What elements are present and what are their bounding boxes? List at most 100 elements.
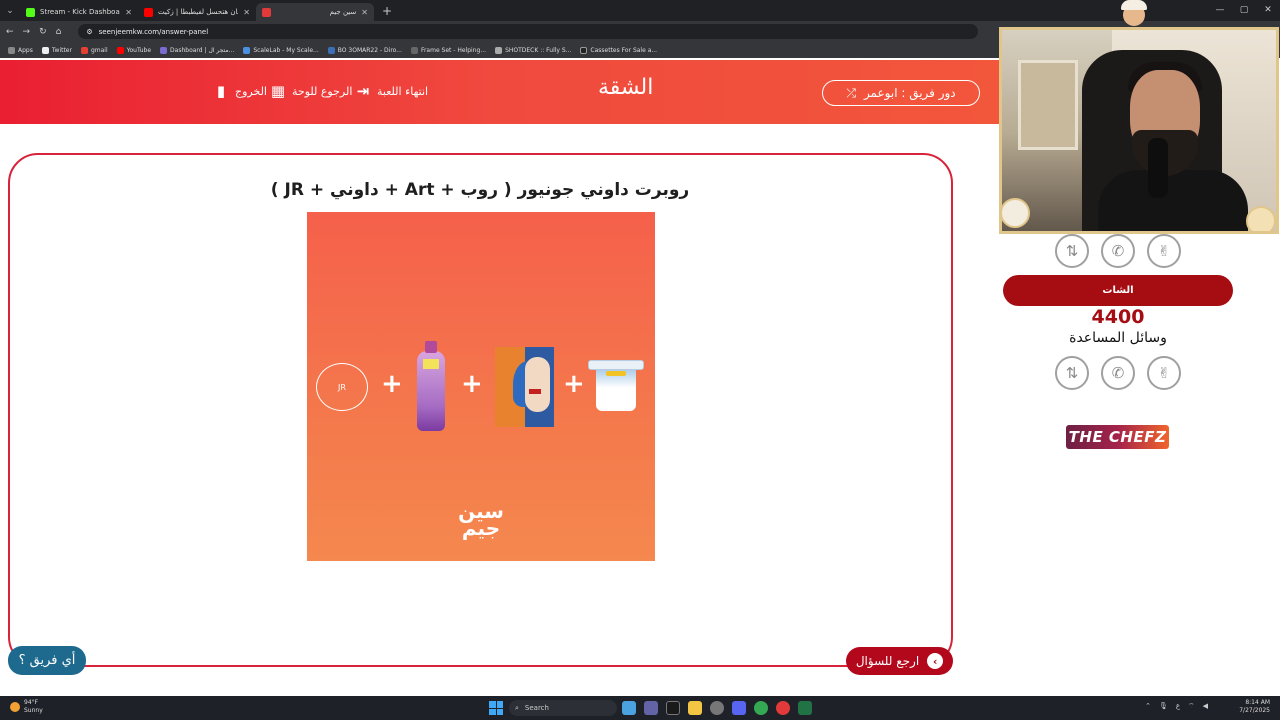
close-window-icon[interactable]: ✕ bbox=[1256, 0, 1280, 21]
bookmark-gmail[interactable]: gmail bbox=[80, 46, 108, 54]
browser-tab-bar: ⌄ Stream - Kick Dashboard ✕ مهرجان هتحسل… bbox=[0, 0, 1280, 21]
mic-icon[interactable]: 🎙 bbox=[1159, 702, 1168, 711]
bookmark-scalelab[interactable]: ScaleLab - My Scale... bbox=[243, 46, 319, 54]
team-name-banner: الشات bbox=[1003, 275, 1233, 306]
time-text: 8:14 AM bbox=[1245, 699, 1270, 706]
obs-icon[interactable] bbox=[666, 701, 680, 715]
grid-icon: ▦ bbox=[270, 82, 286, 100]
bookmark-youtube[interactable]: YouTube bbox=[116, 46, 152, 54]
browser-tab-youtube[interactable]: مهرجان هتحسل لفيطبطا | زكيت ✕ bbox=[138, 3, 256, 21]
two-answers-icon[interactable]: ⇅ bbox=[1055, 234, 1089, 268]
tab-close-icon[interactable]: ✕ bbox=[243, 8, 250, 17]
tab-title: Stream - Kick Dashboard bbox=[40, 8, 121, 16]
tab-search-icon[interactable]: ⌄ bbox=[0, 0, 20, 21]
bookmark-label: Cassettes For Sale a... bbox=[590, 46, 658, 54]
weather-widget[interactable]: 94°F Sunny bbox=[10, 699, 43, 715]
mascot-icon bbox=[1117, 0, 1151, 30]
bookmark-apps[interactable]: Apps bbox=[8, 46, 33, 54]
diro-icon bbox=[327, 46, 335, 54]
cassettes-icon bbox=[580, 46, 588, 54]
exit-button[interactable]: ▮ الخروج bbox=[212, 82, 267, 100]
peace-hand-icon[interactable]: ✌ bbox=[1147, 356, 1181, 390]
taskbar-apps bbox=[622, 701, 812, 715]
chrome-icon[interactable] bbox=[754, 701, 768, 715]
plus-sign: + bbox=[563, 369, 585, 399]
bookmark-frameset[interactable]: Frame Set - Helping... bbox=[410, 46, 486, 54]
bookmark-label: Dashboard | متجر ال... bbox=[170, 46, 235, 54]
teams-icon[interactable] bbox=[644, 701, 658, 715]
bookmark-bo3omar[interactable]: BO 3OMAR22 - Diro... bbox=[327, 46, 402, 54]
streamer-badge-icon bbox=[1002, 198, 1030, 228]
youtube-icon bbox=[116, 46, 124, 54]
wifi-icon[interactable]: ⌔ bbox=[1188, 702, 1195, 711]
taskbar-clock[interactable]: 8:14 AM 7/27/2025 bbox=[1239, 699, 1270, 715]
phone-call-icon[interactable]: ✆ bbox=[1101, 234, 1135, 268]
back-to-question-button[interactable]: ارجع للسؤال ‹ bbox=[846, 647, 953, 675]
weather-desc: Sunny bbox=[24, 707, 43, 714]
peace-hand-icon[interactable]: ✌ bbox=[1147, 234, 1181, 268]
sun-icon bbox=[10, 702, 20, 712]
volume-icon[interactable]: ◀ bbox=[1203, 702, 1208, 711]
tab-close-icon[interactable]: ✕ bbox=[125, 8, 132, 17]
url-text: seenjeemkw.com/answer-panel bbox=[98, 27, 209, 36]
team2-aids: ⇅ ✆ ✌ bbox=[1055, 356, 1181, 390]
chevron-left-icon: ‹ bbox=[927, 653, 944, 669]
bookmark-cassettes[interactable]: Cassettes For Sale a... bbox=[580, 46, 658, 54]
browser-tab-kick[interactable]: Stream - Kick Dashboard ✕ bbox=[20, 3, 138, 21]
dashboard-icon bbox=[160, 46, 168, 54]
bookmark-label: Twitter bbox=[51, 46, 72, 54]
taskbar-search[interactable]: ⌕ Search bbox=[509, 700, 617, 716]
system-tray: ⌃ 🎙 ع ⌔ ◀ bbox=[1145, 702, 1208, 711]
plus-sign: + bbox=[381, 369, 403, 399]
home-icon[interactable]: ⌂ bbox=[56, 27, 62, 37]
bookmark-shotdeck[interactable]: SHOTDECK :: Fully S... bbox=[495, 46, 571, 54]
category-title: الشقة bbox=[598, 75, 654, 100]
seenjeem-icon bbox=[262, 7, 271, 17]
team-score: 4400 bbox=[1091, 306, 1145, 328]
end-game-button[interactable]: ⇥ انتهاء اللعبة bbox=[354, 82, 428, 100]
answer-title: روبرت داوني جونيور ( روب + Art + داوني +… bbox=[270, 180, 690, 200]
settings-icon[interactable] bbox=[710, 701, 724, 715]
which-team-button[interactable]: أي فريق ؟ bbox=[8, 646, 86, 675]
tab-title: مهرجان هتحسل لفيطبطا | زكيت bbox=[158, 8, 238, 16]
end-arrow-icon: ⇥ bbox=[356, 82, 370, 100]
exit-door-icon: ▮ bbox=[216, 82, 226, 100]
back-arrow-icon[interactable]: ← bbox=[6, 27, 14, 37]
frameset-icon bbox=[410, 46, 418, 54]
discord-icon[interactable] bbox=[732, 701, 746, 715]
maximize-icon[interactable]: ▢ bbox=[1232, 0, 1256, 21]
kick-icon bbox=[26, 7, 35, 17]
reload-icon[interactable]: ↻ bbox=[39, 27, 47, 37]
language-indicator[interactable]: ع bbox=[1176, 702, 1180, 711]
team-turn-pill[interactable]: ⤮ دور فريق : ابوعمر bbox=[822, 80, 980, 106]
yogurt-cup-image bbox=[588, 360, 644, 412]
url-field[interactable]: ⚙ seenjeemkw.com/answer-panel bbox=[78, 24, 979, 39]
site-info-icon[interactable]: ⚙ bbox=[86, 28, 92, 36]
shotdeck-icon bbox=[495, 46, 503, 54]
bookmark-label: BO 3OMAR22 - Diro... bbox=[337, 46, 402, 54]
tab-title: سين جيم bbox=[329, 8, 357, 16]
two-answers-icon[interactable]: ⇅ bbox=[1055, 356, 1089, 390]
bookmark-twitter[interactable]: Twitter bbox=[41, 46, 72, 54]
softener-bottle-image bbox=[415, 341, 447, 431]
webcam-overlay bbox=[999, 27, 1279, 234]
plus-sign: + bbox=[461, 369, 483, 399]
app-icon[interactable] bbox=[776, 701, 790, 715]
apps-icon bbox=[8, 46, 15, 54]
back-to-board-button[interactable]: ▦ الرجوع للوحة bbox=[269, 82, 353, 100]
browser-tab-seenjeem[interactable]: سين جيم ✕ bbox=[256, 3, 374, 21]
chevron-up-icon[interactable]: ⌃ bbox=[1145, 702, 1151, 711]
forward-arrow-icon[interactable]: → bbox=[23, 27, 31, 37]
new-tab-button[interactable]: + bbox=[382, 4, 392, 18]
bookmark-label: YouTube bbox=[126, 46, 152, 54]
start-button[interactable] bbox=[489, 701, 503, 715]
team1-aids: ⇅ ✆ ✌ bbox=[1055, 234, 1181, 268]
excel-icon[interactable] bbox=[798, 701, 812, 715]
file-explorer-icon[interactable] bbox=[688, 701, 702, 715]
minimize-icon[interactable]: — bbox=[1208, 0, 1232, 21]
search-label: Search bbox=[524, 704, 549, 712]
tab-close-icon[interactable]: ✕ bbox=[361, 8, 368, 17]
copilot-icon[interactable] bbox=[622, 701, 636, 715]
phone-call-icon[interactable]: ✆ bbox=[1101, 356, 1135, 390]
bookmark-dashboard[interactable]: Dashboard | متجر ال... bbox=[160, 46, 235, 54]
